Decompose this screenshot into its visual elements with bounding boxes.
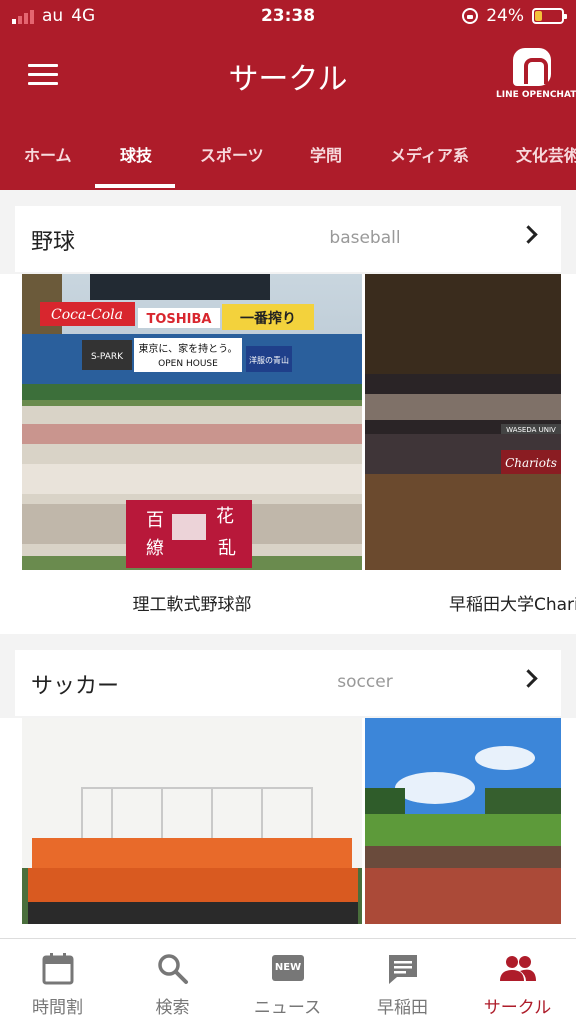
banner-char-2: 花 [216, 506, 234, 527]
tab-culture-arts[interactable]: 文化芸術 [516, 142, 576, 166]
circle-photo [365, 718, 561, 924]
sign-chariots: Chariots [505, 456, 557, 470]
nav-label: ニュース [253, 998, 322, 1018]
nav-news[interactable]: NEW ニュース [230, 951, 345, 1018]
section-subtitle: baseball [329, 228, 401, 248]
status-bar: au 4G 23:38 24% [0, 0, 576, 34]
circle-card-riko-baseball[interactable]: Coca-Cola TOSHIBA 一番搾り S-PARK 東京に、家を持とう。… [22, 274, 362, 634]
openchat-icon [513, 48, 551, 86]
circle-card-soccer-2[interactable] [365, 718, 576, 928]
soccer-card-strip [0, 718, 576, 938]
sign-aoyama: 洋服の青山 [249, 355, 289, 365]
section-header-baseball[interactable]: 野球 baseball [15, 206, 561, 272]
sign-openhouse: OPEN HOUSE [158, 359, 218, 369]
tab-media[interactable]: メディア系 [390, 142, 469, 166]
nav-label: 早稲田 [377, 998, 428, 1018]
page-title: サークル [228, 62, 348, 97]
tab-academics[interactable]: 学問 [310, 142, 342, 166]
section-header-soccer[interactable]: サッカー soccer [15, 650, 561, 716]
nav-label: サークル [483, 998, 552, 1018]
nav-search[interactable]: 検索 [115, 951, 230, 1018]
chat-icon [345, 951, 460, 987]
circle-name: 理工軟式野球部 [132, 595, 252, 615]
nav-timetable[interactable]: 時間割 [0, 951, 115, 1018]
battery-icon [532, 8, 567, 24]
circle-photo: Coca-Cola TOSHIBA 一番搾り S-PARK 東京に、家を持とう。… [22, 274, 362, 570]
news-badge: NEW [272, 955, 304, 981]
circle-photo: WASEDA UNIV Chariots [365, 274, 561, 570]
openchat-label: LINE OPENCHAT [496, 90, 576, 100]
section-title: サッカー [31, 674, 120, 699]
sign-house: 東京に、家を持とう。 [138, 342, 237, 355]
chevron-right-icon [519, 669, 538, 688]
tab-sports[interactable]: スポーツ [200, 142, 264, 166]
circle-card-chariots[interactable]: WASEDA UNIV Chariots 早稲田大学Chariots [365, 274, 576, 634]
banner-char-4: 乱 [218, 538, 236, 559]
bottom-navigation: 時間割 検索 NEW ニュース 早稲田 サークル [0, 938, 576, 1024]
nav-circle[interactable]: サークル [460, 951, 575, 1018]
battery-percent: 24% [486, 6, 524, 26]
nav-label: 検索 [155, 998, 190, 1018]
active-tab-indicator [95, 184, 175, 188]
sign-waseda-univ: WASEDA UNIV [506, 426, 556, 434]
tab-home[interactable]: ホーム [24, 142, 72, 166]
search-icon [115, 951, 230, 987]
circle-photo [22, 718, 362, 924]
category-tabs: ホーム 球技 スポーツ 学問 メディア系 文化芸術 [0, 114, 576, 190]
sign-spark: S-PARK [91, 352, 124, 362]
chevron-right-icon [519, 225, 538, 244]
sign-toshiba: TOSHIBA [147, 312, 212, 327]
baseball-card-strip: Coca-Cola TOSHIBA 一番搾り S-PARK 東京に、家を持とう。… [0, 274, 576, 634]
nav-waseda[interactable]: 早稲田 [345, 951, 460, 1018]
section-title: 野球 [31, 230, 76, 255]
app-header: au 4G 23:38 24% サークル LINE OPENCHAT ホーム 球… [0, 0, 576, 190]
section-subtitle: soccer [337, 672, 393, 692]
news-icon: NEW [230, 951, 345, 987]
tab-ball-games[interactable]: 球技 [120, 142, 152, 166]
people-icon [460, 951, 575, 987]
calendar-icon [0, 951, 115, 987]
line-openchat-button[interactable]: LINE OPENCHAT [496, 48, 576, 100]
sign-ichiban: 一番搾り [240, 310, 296, 327]
banner-char-3: 繚 [146, 538, 164, 559]
sign-cocacola: Coca-Cola [51, 307, 123, 323]
circle-card-soccer-1[interactable] [22, 718, 362, 928]
circle-name: 早稲田大学Chariots [449, 595, 576, 615]
rotation-lock-icon [462, 8, 479, 24]
nav-label: 時間割 [32, 998, 83, 1018]
banner-char-1: 百 [146, 510, 164, 531]
